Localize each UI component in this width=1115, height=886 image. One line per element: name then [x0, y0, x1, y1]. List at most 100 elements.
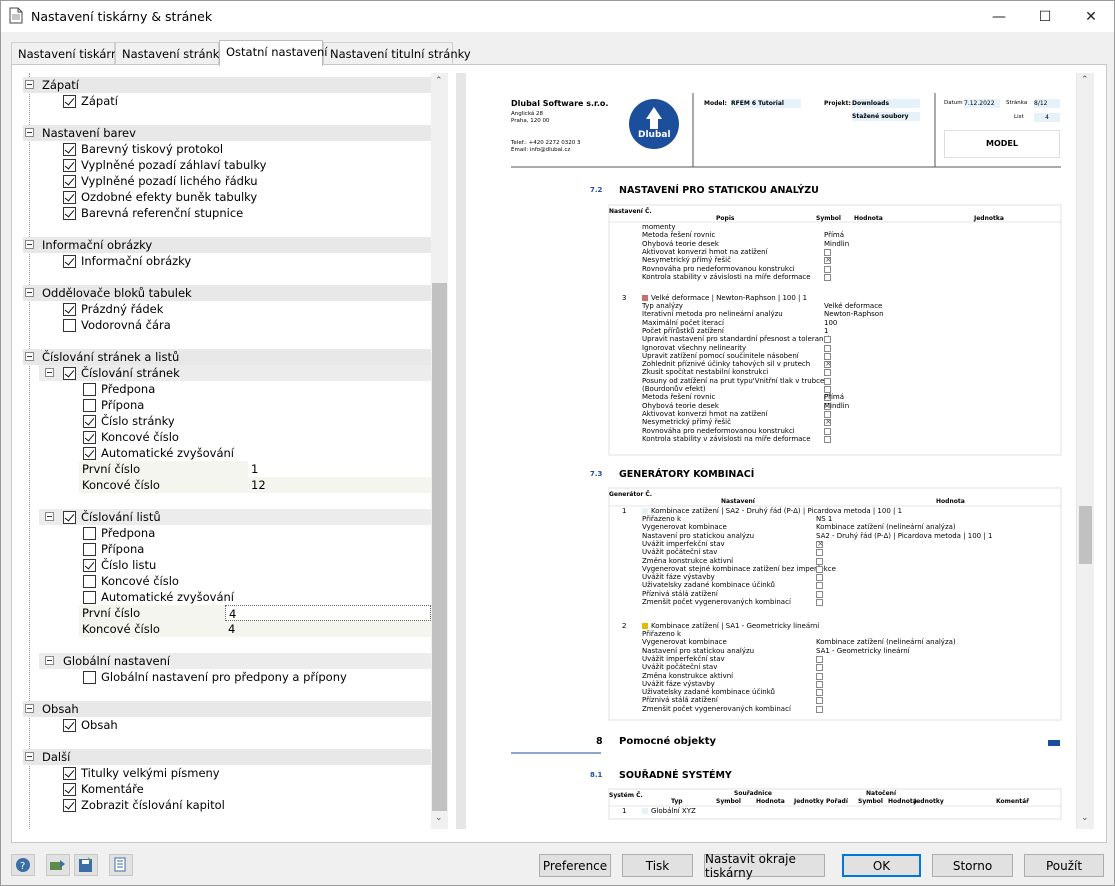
checkbox[interactable] [63, 191, 76, 204]
tree-item-color[interactable]: Barevný tiskový protokol [23, 141, 431, 157]
print-preview-button[interactable] [109, 854, 133, 876]
checkbox[interactable] [83, 399, 96, 412]
tree-item-page-number[interactable]: Číslo stránky [23, 413, 431, 429]
checkbox[interactable] [63, 783, 76, 796]
checkbox[interactable] [63, 159, 76, 172]
checkbox[interactable] [83, 447, 96, 460]
tree-item-sheet-autoincrement[interactable]: Automatické zvyšování [23, 589, 431, 605]
checkbox[interactable] [63, 207, 76, 220]
preview-page-label: Stránka [1006, 100, 1028, 106]
tree-item-color[interactable]: Ozdobné efekty buněk tabulky [23, 189, 431, 205]
tree-item-page-prefix[interactable]: Předpona [23, 381, 431, 397]
collapse-icon[interactable] [25, 752, 34, 761]
tab-page-settings[interactable]: Nastavení stránky [115, 42, 226, 65]
checkbox[interactable] [63, 367, 76, 380]
tab-other-settings[interactable]: Ostatní nastavení [219, 40, 328, 66]
preview-scrollbar[interactable]: ⌃ ⌄ [1077, 73, 1094, 829]
tree-item-sheet-suffix[interactable]: Přípona [23, 541, 431, 557]
item-label: Předpona [101, 382, 156, 396]
tree-section-contents: Obsah [23, 701, 431, 717]
tree-group-sheet-numbering[interactable]: Číslování listů [39, 509, 431, 525]
checkbox[interactable] [83, 383, 96, 396]
tree-scrollbar[interactable]: ⌃ ⌄ [431, 73, 448, 829]
collapse-icon[interactable] [45, 368, 54, 377]
collapse-icon[interactable] [45, 512, 54, 521]
section-label: Informační obrázky [42, 238, 153, 252]
book-icon [1048, 740, 1060, 746]
sheet-first-number-field[interactable]: 4 [225, 605, 431, 621]
tab-printer-settings[interactable]: Nastavení tiskárny [11, 42, 125, 65]
checkbox[interactable] [83, 575, 96, 588]
tree-item-color[interactable]: Barevná referenční stupnice [23, 205, 431, 221]
apply-button[interactable]: Použít [1024, 854, 1104, 877]
checkbox[interactable] [83, 431, 96, 444]
tree-item-separator[interactable]: Prázdný řádek [23, 301, 431, 317]
tree-item-sheet-number[interactable]: Číslo listu [23, 557, 431, 573]
tree-item-footer[interactable]: Zápatí [23, 93, 431, 109]
checkbox[interactable] [83, 671, 96, 684]
collapse-icon[interactable] [45, 656, 54, 665]
load-settings-button[interactable] [46, 854, 70, 876]
cancel-button[interactable]: Storno [932, 854, 1013, 877]
checkbox[interactable] [63, 143, 76, 156]
color-swatch [642, 508, 648, 514]
tree-item-comments[interactable]: Komentáře [23, 781, 431, 797]
print-button[interactable]: Tisk [622, 854, 693, 877]
preview-checkbox [824, 377, 831, 385]
tree-item-color[interactable]: Vyplněné pozadí lichého řádku [23, 173, 431, 189]
collapse-icon[interactable] [25, 240, 34, 249]
collapse-icon[interactable] [25, 352, 34, 361]
item-label: Titulky velkými písmeny [81, 766, 220, 780]
collapse-icon[interactable] [25, 128, 34, 137]
checkbox[interactable] [83, 415, 96, 428]
tree-item-page-autoincrement[interactable]: Automatické zvyšování [23, 445, 431, 461]
printer-margins-button[interactable]: Nastavit okraje tiskárny [704, 852, 825, 880]
scroll-up-icon[interactable]: ⌃ [1081, 75, 1089, 85]
checkbox[interactable] [63, 319, 76, 332]
checkbox[interactable] [63, 799, 76, 812]
checkbox[interactable] [63, 255, 76, 268]
sheet-end-number-field[interactable]: 4 [225, 621, 408, 637]
tree-item-contents[interactable]: Obsah [23, 717, 431, 733]
tree-scrollbar-thumb[interactable] [432, 283, 447, 811]
collapse-icon[interactable] [25, 80, 34, 89]
save-settings-button[interactable] [74, 854, 98, 876]
tab-title-page-settings[interactable]: Nastavení titulní stránky [323, 42, 471, 65]
checkbox[interactable] [63, 303, 76, 316]
checkbox[interactable] [63, 767, 76, 780]
checkbox[interactable] [83, 543, 96, 556]
tree-item-sheet-end-number[interactable]: Koncové číslo [23, 573, 431, 589]
scroll-down-icon[interactable]: ⌄ [435, 813, 443, 823]
collapse-icon[interactable] [25, 704, 34, 713]
tree-item-global-prefix-suffix[interactable]: Globální nastavení pro předpony a přípon… [23, 669, 431, 685]
preview-scrollbar-thumb[interactable] [1079, 506, 1092, 564]
tree-item-info-images[interactable]: Informační obrázky [23, 253, 431, 269]
close-button[interactable]: ✕ [1068, 1, 1114, 32]
maximize-button[interactable]: ☐ [1022, 1, 1068, 32]
preview-checkbox [816, 574, 823, 582]
checkbox[interactable] [83, 559, 96, 572]
scroll-down-icon[interactable]: ⌄ [1081, 813, 1089, 823]
tree-item-sheet-prefix[interactable]: Předpona [23, 525, 431, 541]
scroll-up-icon[interactable]: ⌃ [435, 76, 443, 86]
collapse-icon[interactable] [25, 288, 34, 297]
checkbox[interactable] [63, 95, 76, 108]
tree-item-page-suffix[interactable]: Přípona [23, 397, 431, 413]
tree-item-separator[interactable]: Vodorovná čára [23, 317, 431, 333]
help-button[interactable]: ? [11, 854, 35, 876]
tree-item-uppercase-titles[interactable]: Titulky velkými písmeny [23, 765, 431, 781]
tree-item-color[interactable]: Vyplněné pozadí záhlaví tabulky [23, 157, 431, 173]
checkbox[interactable] [83, 591, 96, 604]
page-first-number-field[interactable]: 1 [248, 461, 431, 477]
checkbox[interactable] [63, 511, 76, 524]
tree-item-chapter-numbering[interactable]: Zobrazit číslování kapitol [23, 797, 431, 813]
page-end-number-field[interactable]: 12 [248, 477, 431, 493]
checkbox[interactable] [83, 527, 96, 540]
preference-button[interactable]: Preference [539, 854, 611, 877]
checkbox[interactable] [63, 175, 76, 188]
checkbox[interactable] [63, 719, 76, 732]
tree-item-page-end-number[interactable]: Koncové číslo [23, 429, 431, 445]
ok-button[interactable]: OK [842, 854, 921, 877]
minimize-button[interactable]: — [976, 1, 1022, 32]
tree-group-page-numbering[interactable]: Číslování stránek [39, 365, 431, 381]
